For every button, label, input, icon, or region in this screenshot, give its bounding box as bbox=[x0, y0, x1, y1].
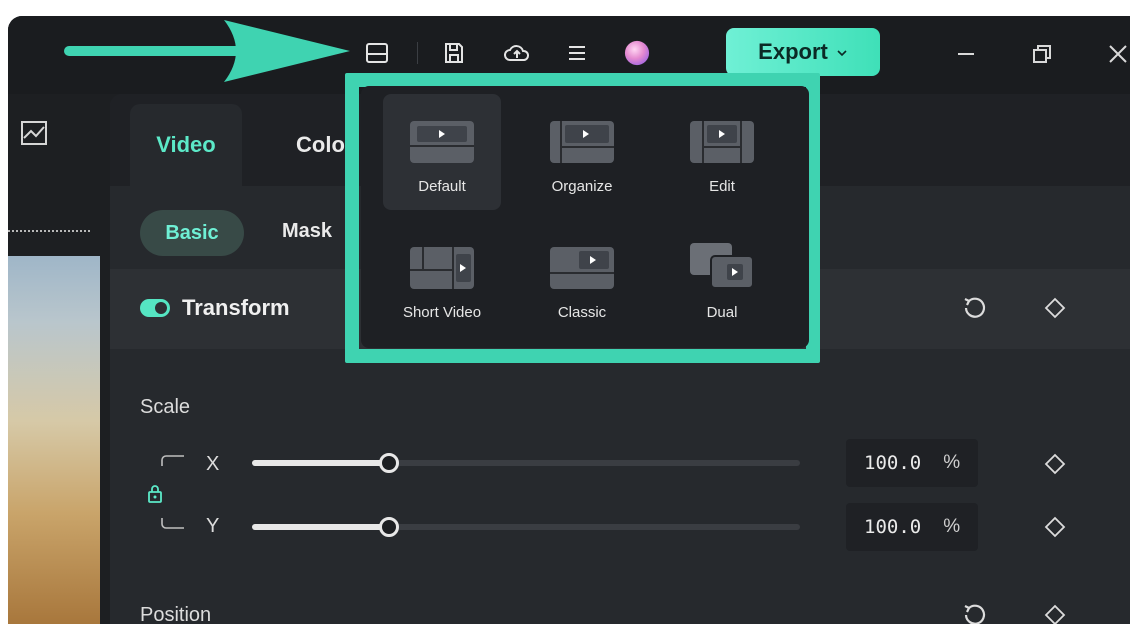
position-label: Position bbox=[140, 604, 212, 624]
short-video-layout-icon bbox=[409, 242, 475, 290]
position-reset-icon[interactable] bbox=[958, 598, 992, 624]
scale-y-value: 100.0 bbox=[864, 516, 922, 538]
scale-x-input[interactable]: 100.0 % bbox=[846, 439, 978, 487]
position-keyframe-icon[interactable] bbox=[1040, 600, 1070, 624]
tab-video[interactable]: Video bbox=[130, 104, 242, 186]
scale-y-keyframe-icon[interactable] bbox=[1040, 512, 1070, 542]
classic-layout-icon bbox=[549, 242, 615, 290]
scale-y-slider[interactable] bbox=[252, 517, 800, 537]
divider bbox=[8, 230, 90, 232]
annotation-arrow-icon bbox=[64, 20, 350, 89]
chart-icon[interactable] bbox=[20, 120, 48, 151]
export-button[interactable]: Export bbox=[726, 28, 880, 76]
transform-toggle[interactable] bbox=[140, 299, 170, 317]
scale-y-slider-fill bbox=[252, 524, 389, 530]
scale-x-slider[interactable] bbox=[252, 453, 800, 473]
scale-label: Scale bbox=[140, 396, 191, 418]
minimize-icon[interactable] bbox=[948, 36, 984, 72]
scale-y-unit: % bbox=[943, 516, 961, 537]
layout-option-label: Default bbox=[418, 178, 466, 195]
preview-thumbnail bbox=[8, 256, 100, 624]
layout-option-short-video[interactable]: Short Video bbox=[383, 220, 501, 336]
scale-y-slider-knob[interactable] bbox=[379, 517, 399, 537]
close-icon[interactable] bbox=[1100, 36, 1130, 72]
subtab-basic[interactable]: Basic bbox=[140, 210, 244, 256]
toolbar-separator bbox=[417, 42, 418, 64]
chevron-down-icon bbox=[836, 39, 848, 65]
dual-layout-icon bbox=[689, 242, 755, 290]
layout-option-edit[interactable]: Edit bbox=[663, 94, 781, 210]
scale-x-slider-fill bbox=[252, 460, 389, 466]
cloud-upload-icon[interactable] bbox=[504, 40, 530, 66]
restore-icon[interactable] bbox=[1024, 36, 1060, 72]
scale-x-keyframe-icon[interactable] bbox=[1040, 449, 1070, 479]
preview-strip bbox=[8, 94, 110, 624]
tab-color[interactable]: Colo bbox=[296, 132, 345, 158]
lock-icon[interactable] bbox=[146, 484, 164, 509]
edit-layout-icon bbox=[689, 116, 755, 164]
scale-x-slider-knob[interactable] bbox=[379, 453, 399, 473]
layout-menu: Default Organize Edit Short Video Classi… bbox=[361, 86, 809, 348]
transform-title: Transform bbox=[182, 295, 290, 320]
export-label: Export bbox=[758, 39, 828, 64]
layout-option-classic[interactable]: Classic bbox=[523, 220, 641, 336]
scale-x-value: 100.0 bbox=[864, 452, 922, 474]
organize-layout-icon bbox=[549, 116, 615, 164]
save-icon[interactable] bbox=[441, 40, 467, 66]
scale-x-axis-label: X bbox=[206, 453, 220, 475]
layout-option-dual[interactable]: Dual bbox=[663, 220, 781, 336]
reset-icon[interactable] bbox=[958, 291, 992, 325]
layout-option-label: Classic bbox=[557, 304, 607, 321]
avatar[interactable] bbox=[624, 40, 650, 66]
menu-icon[interactable] bbox=[564, 40, 590, 66]
layout-option-organize[interactable]: Organize bbox=[523, 94, 641, 210]
scale-y-axis-label: Y bbox=[206, 515, 220, 537]
layout-icon[interactable] bbox=[364, 40, 390, 66]
scale-y-input[interactable]: 100.0 % bbox=[846, 503, 978, 551]
layout-option-default[interactable]: Default bbox=[383, 94, 501, 210]
layout-option-label: Dual bbox=[706, 304, 738, 321]
subtab-mask[interactable]: Mask bbox=[282, 220, 332, 243]
scale-x-unit: % bbox=[943, 452, 961, 473]
layout-option-label: Short Video bbox=[402, 304, 482, 321]
layout-option-label: Organize bbox=[551, 178, 613, 195]
keyframe-icon[interactable] bbox=[1040, 293, 1070, 323]
layout-option-label: Edit bbox=[709, 178, 735, 195]
default-layout-icon bbox=[409, 116, 475, 164]
